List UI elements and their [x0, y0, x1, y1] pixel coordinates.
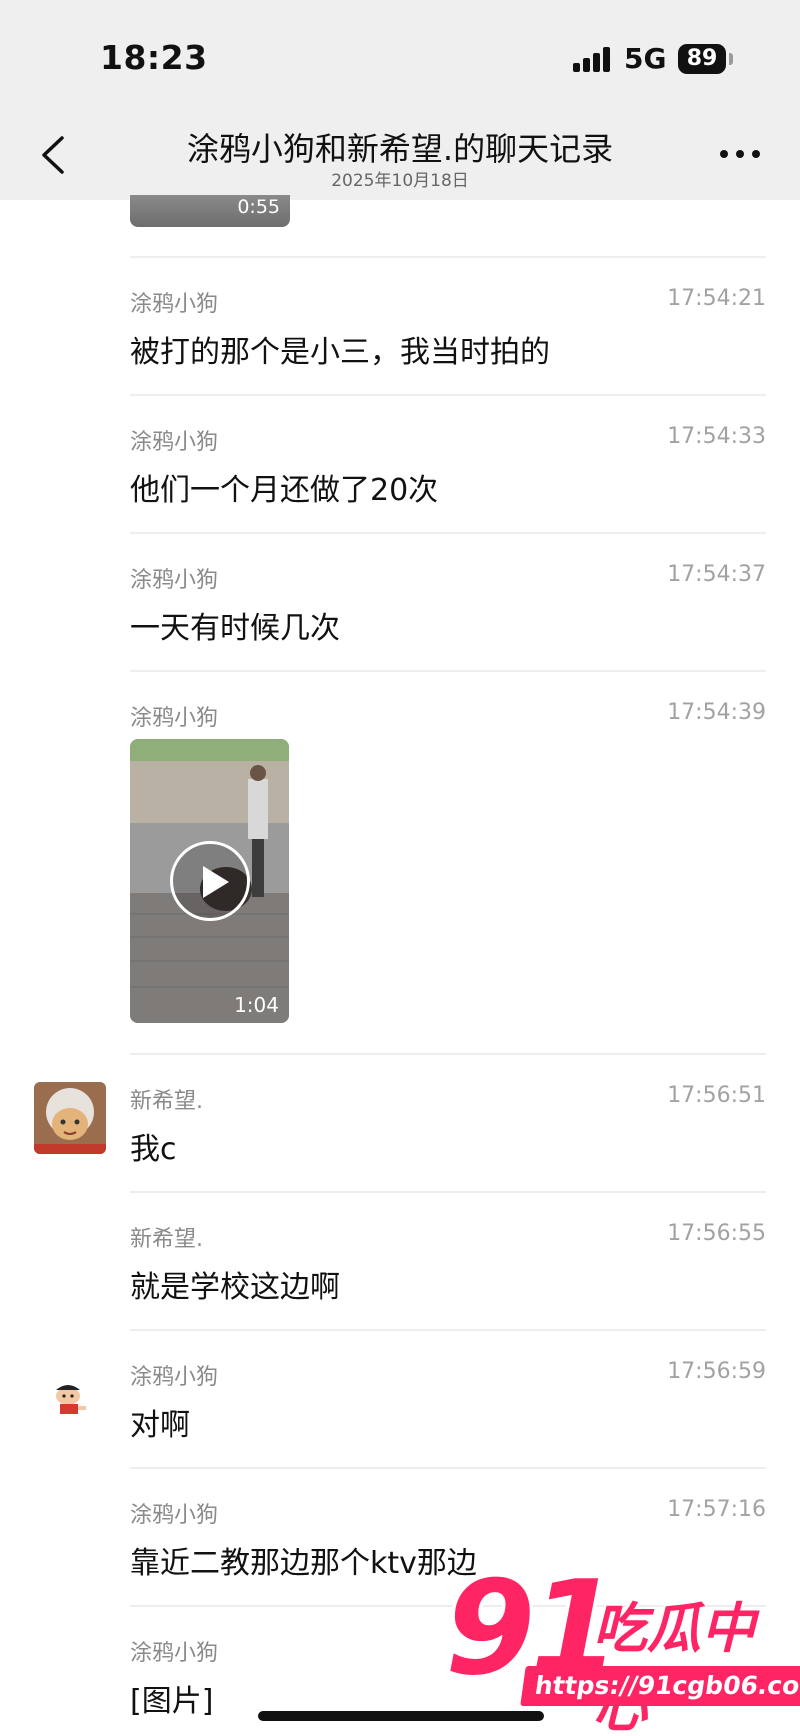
nav-bar: 涂鸦小狗和新希望.的聊天记录 2025年10月18日: [0, 110, 800, 200]
message-sender: 涂鸦小狗: [130, 706, 219, 731]
message-time: 17:56:51: [667, 1083, 766, 1108]
message-time: 17:56:55: [667, 1221, 766, 1246]
divider: [130, 256, 766, 258]
watermark-brand: 吃瓜中心: [593, 1597, 755, 1736]
clock: 18:23: [100, 38, 208, 77]
divider: [130, 670, 766, 672]
message-sender: 新希望.: [130, 1227, 203, 1252]
divider: [130, 1329, 766, 1331]
message-text: 就是学校这边啊: [130, 1270, 340, 1305]
video-message-partial[interactable]: 0:55: [130, 195, 290, 227]
message-text: [图片]: [130, 1684, 214, 1719]
watermark-url: https://91cgb06.com: [520, 1666, 800, 1706]
message-sender: 涂鸦小狗: [130, 1365, 219, 1390]
chat-history-screen: 18:23 5G 89 涂鸦小狗和新希望.的聊天记录 2025年10月18日 0…: [0, 0, 800, 1736]
message-time: 17:54:21: [667, 286, 766, 311]
video-duration: 0:55: [237, 196, 280, 218]
message-time: 17:56:59: [667, 1359, 766, 1384]
chat-date: 2025年10月18日: [331, 171, 469, 191]
message-time: 17:54:39: [667, 700, 766, 725]
divider: [130, 532, 766, 534]
message-sender: 新希望.: [130, 1089, 203, 1114]
divider: [130, 1191, 766, 1193]
divider: [130, 394, 766, 396]
divider: [130, 1467, 766, 1469]
divider: [130, 1053, 766, 1055]
message-sender: 涂鸦小狗: [130, 430, 219, 455]
status-bar: 18:23 5G 89: [0, 0, 800, 110]
message-text: 靠近二教那边那个ktv那边: [130, 1546, 477, 1581]
message-sender: 涂鸦小狗: [130, 568, 219, 593]
avatar[interactable]: [34, 1082, 106, 1154]
chat-title: 涂鸦小狗和新希望.的聊天记录: [186, 130, 614, 168]
message-time: 17:57:16: [667, 1497, 766, 1522]
battery-icon: 89: [678, 44, 726, 74]
message-sender: 涂鸦小狗: [130, 1503, 219, 1528]
play-icon[interactable]: [170, 841, 250, 921]
avatar[interactable]: [38, 1366, 102, 1430]
video-duration: 1:04: [234, 993, 279, 1017]
network-type: 5G: [624, 42, 667, 75]
message-sender: 涂鸦小狗: [130, 292, 219, 317]
video-message[interactable]: 1:04: [130, 739, 289, 1023]
signal-icon: [573, 46, 613, 72]
message-text: 一天有时候几次: [130, 611, 340, 646]
message-text: 对啊: [130, 1408, 190, 1443]
message-text: 我c: [130, 1132, 177, 1167]
battery-cap: [729, 53, 733, 65]
message-text: 他们一个月还做了20次: [130, 473, 439, 508]
more-icon[interactable]: [718, 148, 762, 162]
message-text: 被打的那个是小三，我当时拍的: [130, 335, 550, 370]
message-time: 17:54:33: [667, 424, 766, 449]
watermark-logo: 91 吃瓜中心 https://91cgb06.com: [445, 1552, 800, 1736]
message-sender: 涂鸦小狗: [130, 1641, 219, 1666]
message-time: 17:54:37: [667, 562, 766, 587]
home-indicator[interactable]: [258, 1711, 544, 1721]
